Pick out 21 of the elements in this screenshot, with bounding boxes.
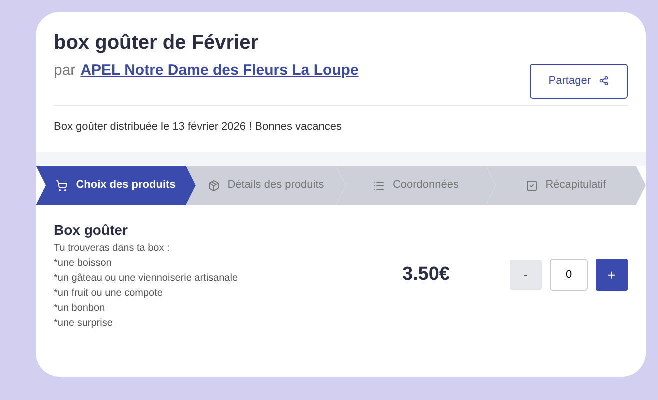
- by-label: par: [54, 61, 76, 81]
- product-description-line: *un gâteau ou une viennoiserie artisanale: [54, 272, 240, 286]
- package-icon: [208, 180, 220, 192]
- checkbox-icon: [526, 180, 538, 192]
- product-description-line: Tu trouveras dans ta box :: [54, 242, 171, 256]
- decrease-button[interactable]: -: [510, 260, 542, 290]
- product-price: 3.50€: [402, 262, 450, 287]
- step-tab[interactable]: Choix des produits: [36, 166, 196, 206]
- product-name: Box goûter: [54, 220, 129, 240]
- increase-button[interactable]: +: [596, 259, 628, 291]
- cart-icon: [56, 180, 68, 192]
- page-title: box goûter de Février: [54, 31, 260, 56]
- organizer-link[interactable]: APEL Notre Dame des Fleurs La Loupe: [80, 60, 359, 82]
- product-description-line: *un fruit ou une compote: [54, 286, 164, 300]
- product-description-line: *une boisson: [54, 256, 113, 270]
- share-button[interactable]: Partager: [530, 64, 628, 98]
- share-icon: [599, 76, 609, 86]
- product-description-line: *un bonbon: [54, 302, 106, 316]
- description-text: Box goûter distribuée le 13 février 2026 ! Bonnes vacances: [54, 120, 342, 132]
- product-description-line: *une surprise: [54, 316, 114, 330]
- quantity-field[interactable]: 0: [550, 259, 588, 291]
